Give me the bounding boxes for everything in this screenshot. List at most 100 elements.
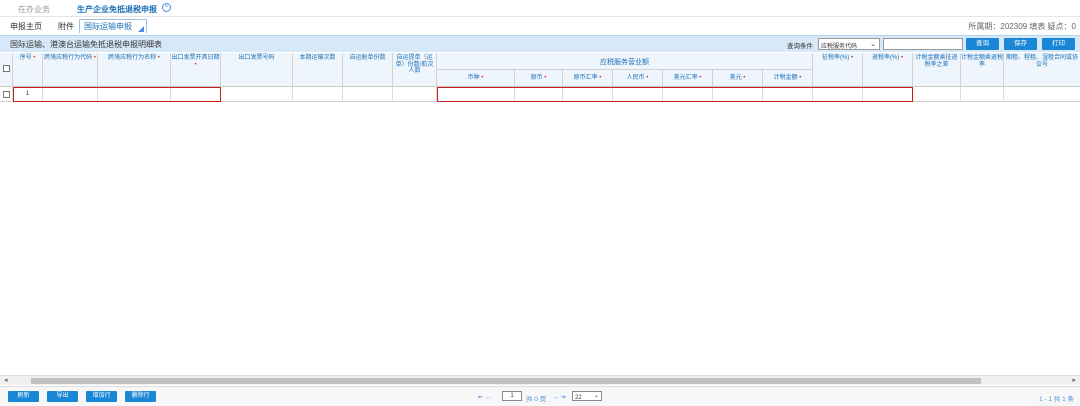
header-seq-label: 序号 xyxy=(19,55,32,61)
header-invoice-number-label: 出口发票号码 xyxy=(238,55,275,61)
query-input[interactable] xyxy=(883,38,963,50)
cell-rate-diff-amount[interactable] xyxy=(913,87,961,102)
header-refund-rate[interactable]: 退税率(%) • xyxy=(863,53,913,87)
required-mark: • xyxy=(646,75,649,81)
header-levy-rate[interactable]: 征税率(%) • xyxy=(813,53,863,87)
sub-tabs: 申报主页 附件 国际运输申报 xyxy=(0,17,1080,34)
export-button[interactable]: 导出 xyxy=(47,391,78,402)
header-contract-number-label: 期租、程租、湿租合同或协议号 xyxy=(1005,55,1078,68)
required-mark: • xyxy=(699,75,702,81)
select-all-checkbox[interactable] xyxy=(3,65,10,72)
header-original-rate[interactable]: 原币汇率 • xyxy=(563,70,613,87)
highlight-box-left xyxy=(13,87,221,102)
corner-marker-icon xyxy=(138,26,144,32)
subtab-intl-transport[interactable]: 国际运输申报 xyxy=(79,19,147,33)
row-checkbox[interactable] xyxy=(3,91,10,98)
header-transport-count[interactable]: 本期运输次数 xyxy=(293,53,343,87)
cell-refund-amount[interactable] xyxy=(961,87,1004,102)
cell-manifest-count[interactable] xyxy=(343,87,393,102)
subtab-intl-transport-label: 国际运输申报 xyxy=(84,22,132,31)
header-service-code-label: 跨境应税行为代码 xyxy=(44,55,93,61)
period-info: 所属期：202309 填表 疑点：0 xyxy=(968,22,1076,31)
header-invoice-date[interactable]: 出口发票开具日期 • xyxy=(171,53,221,87)
header-refund-amount[interactable]: 计税金额乘退税率 xyxy=(961,53,1004,87)
cell-invoice-number[interactable] xyxy=(221,87,293,102)
page-size-value: 22 xyxy=(575,395,582,401)
required-mark: • xyxy=(599,75,602,81)
query-button[interactable]: 查询 xyxy=(966,38,999,50)
page-size-select[interactable]: 22 ⌄ xyxy=(572,391,602,401)
header-rate-diff-amount-label: 计税金额乘征退税率之差 xyxy=(915,55,958,68)
row-check-cell xyxy=(0,87,13,102)
query-label: 查询条件 xyxy=(787,43,813,50)
required-mark: • xyxy=(743,75,746,81)
header-usd[interactable]: 美元 • xyxy=(713,70,763,87)
bottom-toolbar: 刷新 导出 增加行 删除行 ⇤ ← 1 共 0 页 → ⇥ 22 ⌄ 1 - 1… xyxy=(0,386,1080,406)
header-service-name[interactable]: 跨境应税行为名称 • xyxy=(98,53,171,87)
top-tabs: 在办业务 生产企业免抵退税申报 × xyxy=(0,0,1080,17)
chevron-down-icon: ⌄ xyxy=(870,41,876,48)
pager-prev-icon[interactable]: ⇤ ← xyxy=(478,393,492,401)
header-taxable-amount-label: 计税金额 xyxy=(773,75,798,81)
header-bill-count-label: 自运提单（运单）份数/航次人数 xyxy=(395,55,434,74)
close-tab-icon[interactable]: × xyxy=(162,3,171,12)
cell-contract-number[interactable] xyxy=(1004,87,1080,102)
header-invoice-date-label: 出口发票开具日期 xyxy=(171,55,220,61)
add-row-button[interactable]: 增加行 xyxy=(86,391,117,402)
header-refund-amount-label: 计税金额乘退税率 xyxy=(961,55,1004,68)
chevron-down-icon: ⌄ xyxy=(593,393,599,399)
horizontal-scrollbar[interactable]: ◂ ▸ xyxy=(0,375,1080,385)
header-invoice-number[interactable]: 出口发票号码 xyxy=(221,53,293,87)
scroll-right-icon[interactable]: ▸ xyxy=(1072,376,1076,384)
table-title: 国际运输、港澳台运输免抵退税申报明细表 xyxy=(10,40,162,49)
header-original-amount-label: 原币 xyxy=(530,75,543,81)
header-currency[interactable]: 币种 • xyxy=(437,70,515,87)
header-service-code[interactable]: 跨境应税行为代码 • xyxy=(43,53,98,87)
grid-header: 序号 • 跨境应税行为代码 • 跨境应税行为名称 • 出口发票开具日期 • 出口… xyxy=(0,53,1080,87)
delete-row-button[interactable]: 删除行 xyxy=(125,391,156,402)
subtab-home[interactable]: 申报主页 xyxy=(10,21,42,32)
header-levy-rate-label: 征税率(%) xyxy=(821,55,850,61)
query-select-value: 应税服务代码 xyxy=(821,44,858,50)
header-service-name-label: 跨境应税行为名称 xyxy=(108,55,157,61)
header-contract-number[interactable]: 期租、程租、湿租合同或协议号 xyxy=(1004,53,1080,87)
record-count: 1 - 1 共 1 条 xyxy=(1038,396,1074,403)
page-total: 共 0 页 xyxy=(526,396,547,403)
header-usd-rate-label: 美元汇率 xyxy=(673,75,698,81)
header-manifest-count[interactable]: 自运舱单份数 xyxy=(343,53,393,87)
pager-next-icon[interactable]: → ⇥ xyxy=(552,393,566,401)
scroll-left-icon[interactable]: ◂ xyxy=(4,376,8,384)
header-rate-diff-amount[interactable]: 计税金额乘征退税率之差 xyxy=(913,53,961,87)
page-number-input[interactable]: 1 xyxy=(502,391,522,401)
required-mark: • xyxy=(157,55,160,61)
subtab-attachment[interactable]: 附件 xyxy=(58,21,74,32)
header-seq[interactable]: 序号 • xyxy=(13,53,43,87)
cell-bill-count[interactable] xyxy=(393,87,437,102)
header-usd-label: 美元 xyxy=(729,75,742,81)
tab-tax-refund-declaration[interactable]: 生产企业免抵退税申报 xyxy=(77,4,157,15)
header-usd-rate[interactable]: 美元汇率 • xyxy=(663,70,713,87)
header-currency-label: 币种 xyxy=(467,75,480,81)
table-title-bar: 国际运输、港澳台运输免抵退税申报明细表 查询条件 应税服务代码 ⌄ 查询 保存 … xyxy=(0,35,1080,52)
header-select-all-cell xyxy=(0,53,13,87)
header-rmb-label: 人民币 xyxy=(626,75,645,81)
cell-transport-count[interactable] xyxy=(293,87,343,102)
tab-in-progress[interactable]: 在办业务 xyxy=(18,4,50,15)
header-group-turnover: 应税服务营业额 xyxy=(437,53,813,70)
header-refund-rate-label: 退税率(%) xyxy=(871,55,900,61)
highlight-box-right xyxy=(437,87,913,102)
scrollbar-thumb[interactable] xyxy=(31,378,981,384)
header-original-rate-label: 原币汇率 xyxy=(573,75,598,81)
header-taxable-amount[interactable]: 计税金额 • xyxy=(763,70,813,87)
header-bill-count[interactable]: 自运提单（运单）份数/航次人数 xyxy=(393,53,437,87)
required-mark: • xyxy=(544,75,547,81)
header-original-amount[interactable]: 原币 • xyxy=(515,70,563,87)
header-transport-count-label: 本期运输次数 xyxy=(299,55,336,61)
required-mark: • xyxy=(850,55,854,61)
required-mark: • xyxy=(799,75,802,81)
refresh-button[interactable]: 刷新 xyxy=(8,391,39,402)
header-rmb[interactable]: 人民币 • xyxy=(613,70,663,87)
print-button[interactable]: 打印 xyxy=(1042,38,1075,50)
save-button[interactable]: 保存 xyxy=(1004,38,1037,50)
query-condition-select[interactable]: 应税服务代码 ⌄ xyxy=(818,38,880,50)
